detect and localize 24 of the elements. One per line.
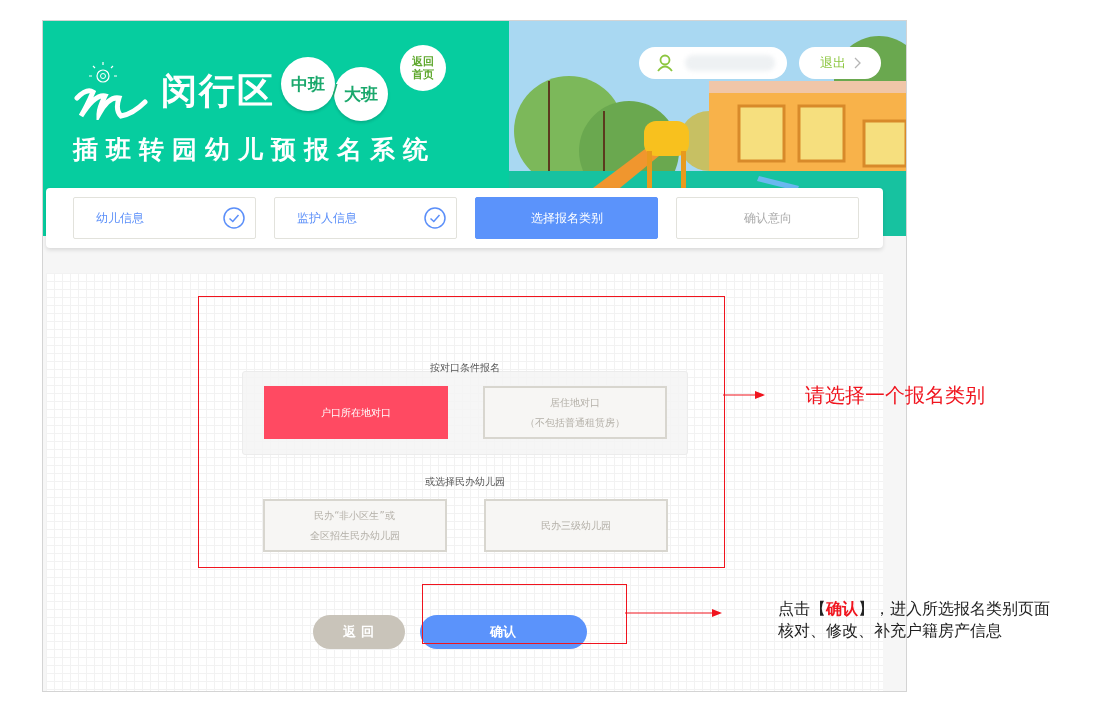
step-tab[interactable]: 选择报名类别 xyxy=(475,197,658,239)
group-title: 或选择民办幼儿园 xyxy=(424,475,505,489)
system-title: 插班转园幼儿预报名系统 xyxy=(73,134,437,166)
category-option[interactable]: 户口所在地对口 xyxy=(263,386,448,439)
district-title: 闵行区 xyxy=(161,68,275,113)
annotation-text: 点击【确认】，进入所选报名类别页面核对、修改、补充户籍房产信息 xyxy=(778,598,1051,642)
home-link[interactable]: 返回 首页 xyxy=(400,45,447,91)
check-circle-icon xyxy=(223,207,245,229)
step-tab[interactable]: 监护人信息 xyxy=(274,197,457,239)
chevron-right-icon xyxy=(853,57,861,69)
logout-button[interactable]: 退出 xyxy=(799,47,881,79)
check-circle-icon xyxy=(424,207,446,229)
category-option[interactable]: 民办“非小区生”或 全区招生民办幼儿园 xyxy=(262,499,447,552)
logo-icon xyxy=(73,62,151,120)
category-option[interactable]: 民办三级幼儿园 xyxy=(483,499,668,552)
annotation-text: 请选择一个报名类别 xyxy=(805,382,985,409)
arrow xyxy=(723,391,765,399)
confirm-button[interactable]: 确认 xyxy=(419,615,587,649)
group-title: 按对口条件报名 xyxy=(429,361,500,375)
step-tab[interactable]: 幼儿信息 xyxy=(73,197,256,239)
user-icon xyxy=(657,54,673,72)
step-tab[interactable]: 确认意向 xyxy=(676,197,859,239)
back-button[interactable]: 返 回 xyxy=(312,615,405,649)
category-option[interactable]: 居住地对口 （不包括普通租赁房） xyxy=(482,386,667,439)
